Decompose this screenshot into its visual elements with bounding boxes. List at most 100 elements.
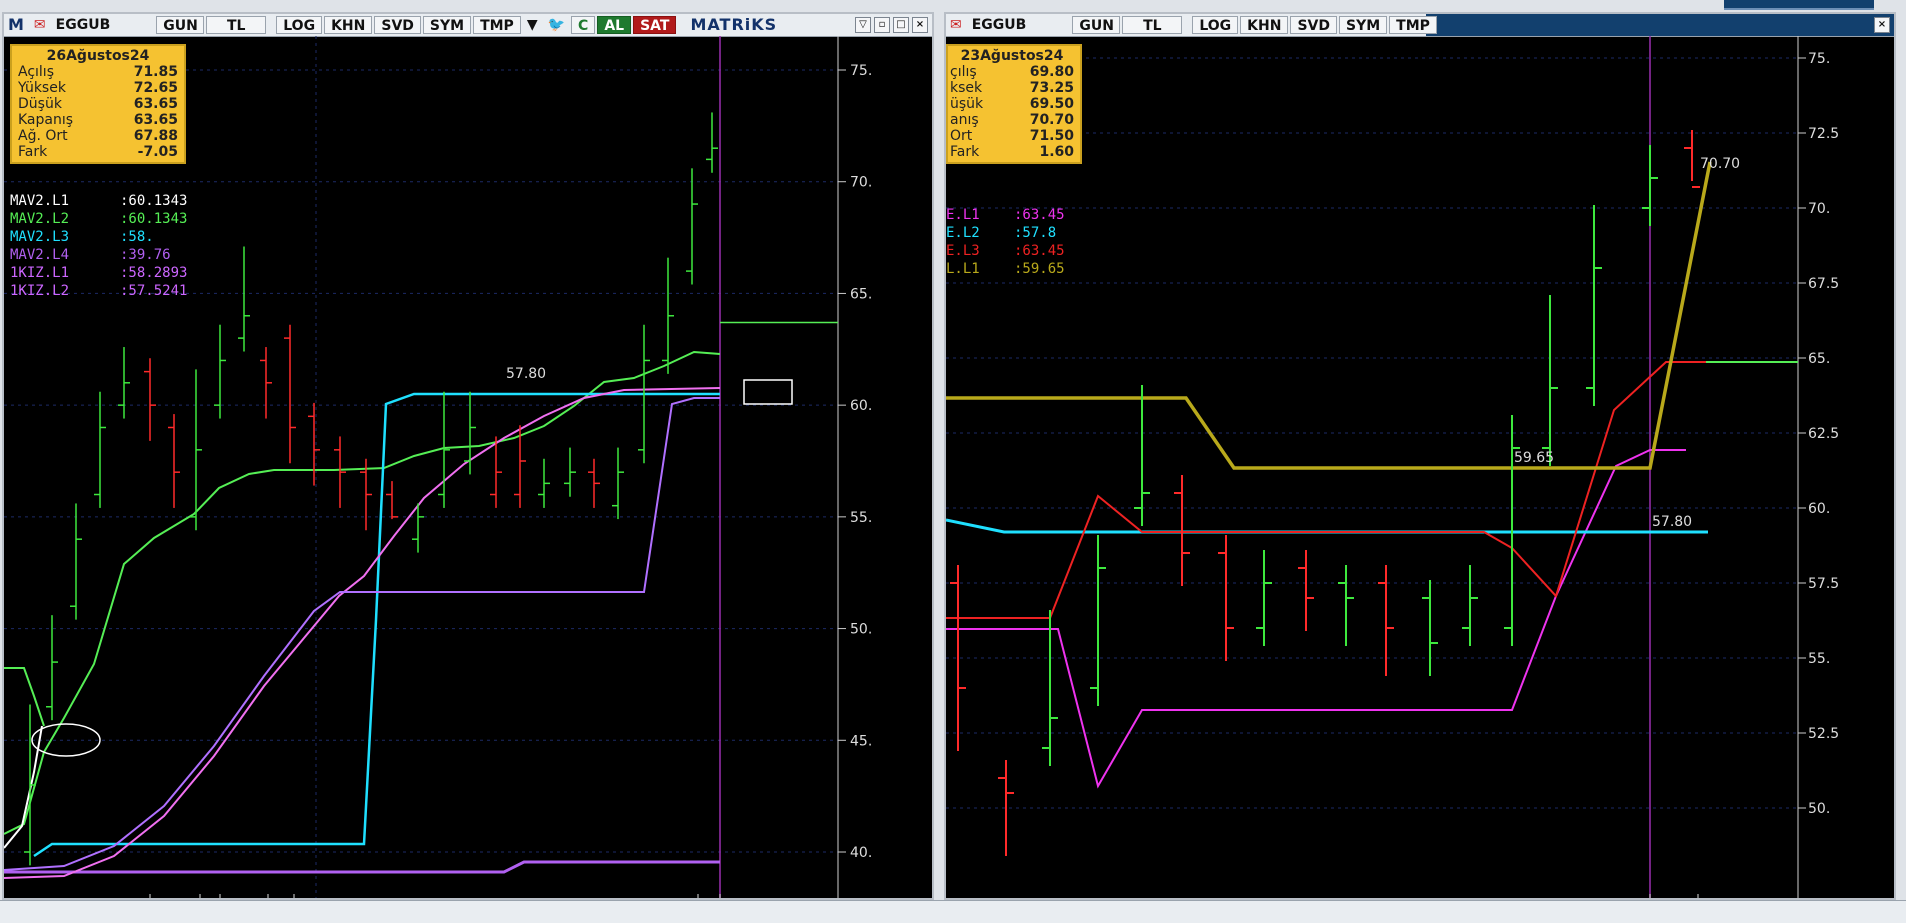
axis-label: 45. <box>850 733 872 749</box>
right-indicator-legend: E.L1:63.45 E.L2 :57.8 E.L3:63.45 L.L1 :59.65 <box>946 206 1065 278</box>
legend-name: MAV2.L1 <box>10 193 70 209</box>
menu-icon[interactable]: ▽ <box>855 17 871 33</box>
left-indicator-legend: MAV2.L1:60.1343 MAV2.L2:60.1343 MAV2.L3:58… <box>10 192 187 300</box>
btn-sym[interactable]: SYM <box>422 16 472 34</box>
axis-label: 65. <box>850 286 872 302</box>
legend-row: MAV2.L4 :39.76 <box>10 246 187 264</box>
legend-row: L.L1 :59.65 <box>946 260 1065 278</box>
legend-name: L.L1 <box>946 261 980 277</box>
axis-label: 50. <box>1808 801 1830 817</box>
maximize-icon[interactable]: □ <box>893 17 909 33</box>
info-row: Açılış 71.85 <box>18 64 178 80</box>
close-icon[interactable]: × <box>912 17 928 33</box>
legend-name: 1KIZ.L2 <box>10 283 70 299</box>
right-symbol[interactable]: EGGUB <box>968 16 1031 34</box>
axis-label: 57.5 <box>1808 576 1839 592</box>
minimize-icon[interactable]: ▫ <box>874 17 890 33</box>
right-toolbar: ✉ EGGUB GUN TL LOG KHN SVD SYM TMP × <box>946 14 1894 37</box>
buy-button[interactable]: AL <box>597 16 632 34</box>
legend-value: :39.76 <box>120 247 171 263</box>
brand-logo: MATRiKS <box>690 15 778 34</box>
info-date: 26Ağustos24 <box>46 48 150 64</box>
btn-sym[interactable]: SYM <box>1339 16 1388 34</box>
info-row: Ağ. Ort 67.88 <box>18 128 178 144</box>
info-row: Ort 71.50 <box>950 128 1074 144</box>
info-row: Düşük 63.65 <box>18 96 178 112</box>
legend-name: MAV2.L4 <box>10 247 70 263</box>
legend-name: MAV2.L2 <box>10 211 70 227</box>
axis-label: 40. <box>850 845 872 861</box>
info-row: Yüksek 72.65 <box>18 80 178 96</box>
symbol-flag-icon[interactable]: ✉ <box>946 16 966 34</box>
info-row: üşük 69.50 <box>950 96 1074 112</box>
annotation-label: 70.70 <box>1700 156 1740 172</box>
chart-panel-left[interactable]: M ✉ EGGUB GUN TL LOG KHN SVD SYM TMP ▼ 🐦… <box>2 12 934 900</box>
annotation-label: 59.65 <box>1514 450 1554 466</box>
sell-button[interactable]: SAT <box>633 16 677 34</box>
left-chart-canvas[interactable]: 75. 70. 65. 60. 55. 50. 45. 40. 57.80 <box>4 36 932 900</box>
legend-value: :60.1343 <box>120 211 188 227</box>
legend-row: E.L2 :57.8 <box>946 224 1065 242</box>
legend-name: E.L3 <box>946 243 980 259</box>
legend-value: :58.2893 <box>120 265 188 281</box>
legend-row: E.L1:63.45 <box>946 206 1065 224</box>
legend-name: 1KIZ.L1 <box>10 265 70 281</box>
btn-tmp[interactable]: TMP <box>1389 16 1437 34</box>
btn-khn[interactable]: KHN <box>1240 16 1289 34</box>
axis-label: 70. <box>1808 201 1830 217</box>
axis-label: 65. <box>1808 351 1830 367</box>
btn-gun[interactable]: GUN <box>1072 16 1121 34</box>
legend-row: MAV2.L2 :60.1343 <box>10 210 187 228</box>
refresh-icon[interactable]: C <box>571 16 596 34</box>
axis-label: 52.5 <box>1808 726 1839 742</box>
close-icon[interactable]: × <box>1874 17 1890 33</box>
left-symbol[interactable]: EGGUB <box>52 16 115 34</box>
annotation-label: 57.80 <box>506 366 546 382</box>
chart-panel-right[interactable]: ✉ EGGUB GUN TL LOG KHN SVD SYM TMP × 75.… <box>944 12 1896 900</box>
axis-label: 70. <box>850 175 872 191</box>
axis-label: 55. <box>850 510 872 526</box>
e-l2-line <box>946 518 1708 534</box>
axis-label: 60. <box>850 398 872 414</box>
twitter-icon[interactable]: 🐦 <box>544 16 569 34</box>
axis-label: 62.5 <box>1808 426 1839 442</box>
right-info-box: 23Ağustos24 çılış 69.80 ksek 73.25 üşük 69.… <box>946 44 1082 164</box>
mav2-l2-start <box>4 667 45 727</box>
mav2-l1-line <box>4 725 43 849</box>
legend-name: E.L2 <box>946 225 980 241</box>
legend-row: MAV2.L3:58. <box>10 228 187 246</box>
info-row: anış 70.70 <box>950 112 1074 128</box>
mav2-l3-line <box>33 392 720 858</box>
btn-log[interactable]: LOG <box>276 16 323 34</box>
legend-value: :58. <box>120 229 154 245</box>
btn-svd[interactable]: SVD <box>374 16 421 34</box>
info-row: Fark -7.05 <box>18 144 178 160</box>
info-row: Fark 1.60 <box>950 144 1074 160</box>
legend-value: :57.8 <box>1014 225 1057 241</box>
symbol-flag-icon[interactable]: ✉ <box>30 16 50 34</box>
axis-label: 60. <box>1808 501 1830 517</box>
axis-label: 67.5 <box>1808 276 1839 292</box>
mav2-l4-line <box>4 860 720 874</box>
btn-log[interactable]: LOG <box>1192 16 1239 34</box>
legend-value: :59.65 <box>1014 261 1065 277</box>
axis-label: 50. <box>850 622 872 638</box>
axis-label: 72.5 <box>1808 126 1839 142</box>
legend-row: E.L3:63.45 <box>946 242 1065 260</box>
info-date: 23Ağustos24 <box>960 48 1064 64</box>
btn-khn[interactable]: KHN <box>324 16 373 34</box>
btn-tl[interactable]: TL <box>1122 16 1183 34</box>
btn-svd[interactable]: SVD <box>1290 16 1337 34</box>
marker-rect <box>743 379 793 405</box>
btn-tl[interactable]: TL <box>206 16 267 34</box>
dropdown-arrow-icon[interactable]: ▼ <box>523 16 542 34</box>
legend-name: E.L1 <box>946 207 980 223</box>
matriks-m-icon[interactable]: M <box>4 16 28 34</box>
btn-tmp[interactable]: TMP <box>473 16 521 34</box>
btn-gun[interactable]: GUN <box>156 16 205 34</box>
legend-value: :60.1343 <box>120 193 188 209</box>
left-info-box: 26Ağustos24 Açılış 71.85 Yüksek 72.65 Düşü… <box>10 44 186 164</box>
right-chart-canvas[interactable]: 75. 72.5 70. 67.5 65. 62.5 60. 57.5 55. 52.5 50. 59… <box>946 36 1894 900</box>
e-l1-line <box>946 449 1686 789</box>
axis-label: 75. <box>1808 51 1830 67</box>
